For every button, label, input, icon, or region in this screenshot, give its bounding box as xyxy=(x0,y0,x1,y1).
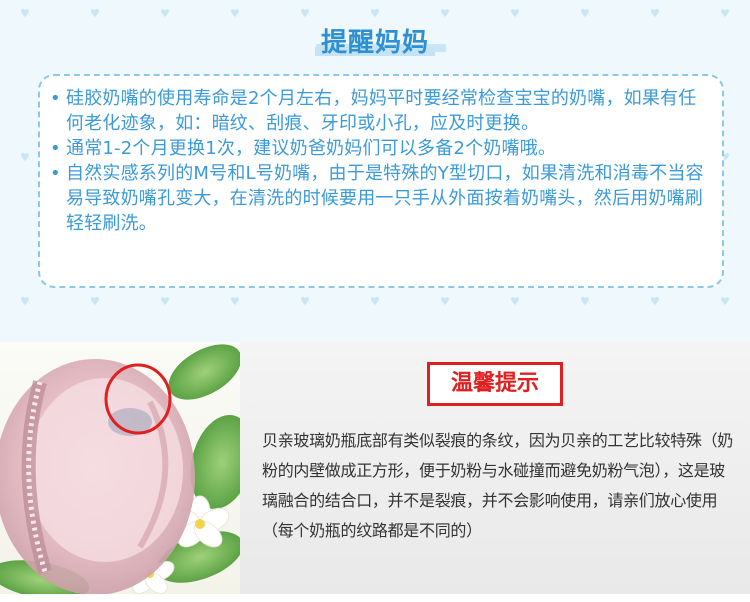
bottle-image xyxy=(0,344,240,594)
heart-icon: ♥ xyxy=(440,295,450,308)
heart-icon: ♥ xyxy=(580,7,590,20)
heart-icon: ♥ xyxy=(440,7,450,20)
reminder-title-wrap: 提醒妈妈 xyxy=(0,22,750,59)
heart-icon: ♥ xyxy=(90,295,100,308)
reminder-item-text: 硅胶奶嘴的使用寿命是2个月左右，妈妈平时要经常检查宝宝的奶嘴，如果有任何老化迹象… xyxy=(66,88,697,134)
reminder-item: • 硅胶奶嘴的使用寿命是2个月左右，妈妈平时要经常检查宝宝的奶嘴，如果有任何老化… xyxy=(50,86,714,136)
heart-icon: ♥ xyxy=(90,7,100,20)
heart-icon: ♥ xyxy=(650,7,660,20)
tips-title: 温馨提示 xyxy=(427,362,563,406)
heart-icon: ♥ xyxy=(160,7,170,20)
tips-section: 温馨提示 贝亲玻璃奶瓶底部有类似裂痕的条纹，因为贝亲的工艺比较特殊（奶粉的内壁做… xyxy=(0,342,750,602)
heart-icon: ♥ xyxy=(300,7,310,20)
reminder-notice-box: • 硅胶奶嘴的使用寿命是2个月左右，妈妈平时要经常检查宝宝的奶嘴，如果有任何老化… xyxy=(38,74,724,288)
heart-icon: ♥ xyxy=(370,295,380,308)
heart-icon: ♥ xyxy=(230,295,240,308)
reminder-list: • 硅胶奶嘴的使用寿命是2个月左右，妈妈平时要经常检查宝宝的奶嘴，如果有任何老化… xyxy=(50,86,714,236)
bullet-icon: • xyxy=(50,138,61,159)
heart-icon: ♥ xyxy=(20,151,30,164)
heart-icon: ♥ xyxy=(510,295,520,308)
bottle-photo xyxy=(0,342,240,594)
heart-icon: ♥ xyxy=(20,7,30,20)
heart-icon: ♥ xyxy=(510,7,520,20)
reminder-section: ♥♥♥♥♥♥♥♥♥♥♥♥♥♥♥♥♥♥♥♥♥♥♥♥♥♥♥♥♥♥♥♥♥♥♥♥♥♥♥♥… xyxy=(0,0,750,342)
reminder-item-text: 自然实感系列的M号和L号奶嘴，由于是特殊的Y型切口，如果清洗和消毒不当容易导致奶… xyxy=(66,163,704,234)
bullet-icon: • xyxy=(50,163,61,184)
heart-icon: ♥ xyxy=(370,7,380,20)
tips-panel: 温馨提示 贝亲玻璃奶瓶底部有类似裂痕的条纹，因为贝亲的工艺比较特殊（奶粉的内壁做… xyxy=(240,342,750,594)
reminder-item-text: 通常1-2个月更换1次，建议奶爸奶妈们可以多备2个奶嘴哦。 xyxy=(66,138,557,159)
bullet-icon: • xyxy=(50,88,61,109)
reminder-title: 提醒妈妈 xyxy=(314,22,436,59)
heart-icon: ♥ xyxy=(160,295,170,308)
reminder-item: • 通常1-2个月更换1次，建议奶爸奶妈们可以多备2个奶嘴哦。 xyxy=(50,136,714,161)
heart-icon: ♥ xyxy=(720,7,730,20)
heart-icon: ♥ xyxy=(230,7,240,20)
reminder-item: • 自然实感系列的M号和L号奶嘴，由于是特殊的Y型切口，如果清洗和消毒不当容易导… xyxy=(50,161,714,236)
heart-icon: ♥ xyxy=(300,295,310,308)
heart-icon: ♥ xyxy=(580,295,590,308)
heart-icon: ♥ xyxy=(20,295,30,308)
heart-icon: ♥ xyxy=(650,295,660,308)
heart-icon: ♥ xyxy=(720,295,730,308)
tips-text: 贝亲玻璃奶瓶底部有类似裂痕的条纹，因为贝亲的工艺比较特殊（奶粉的内壁做成正方形，… xyxy=(262,431,734,540)
